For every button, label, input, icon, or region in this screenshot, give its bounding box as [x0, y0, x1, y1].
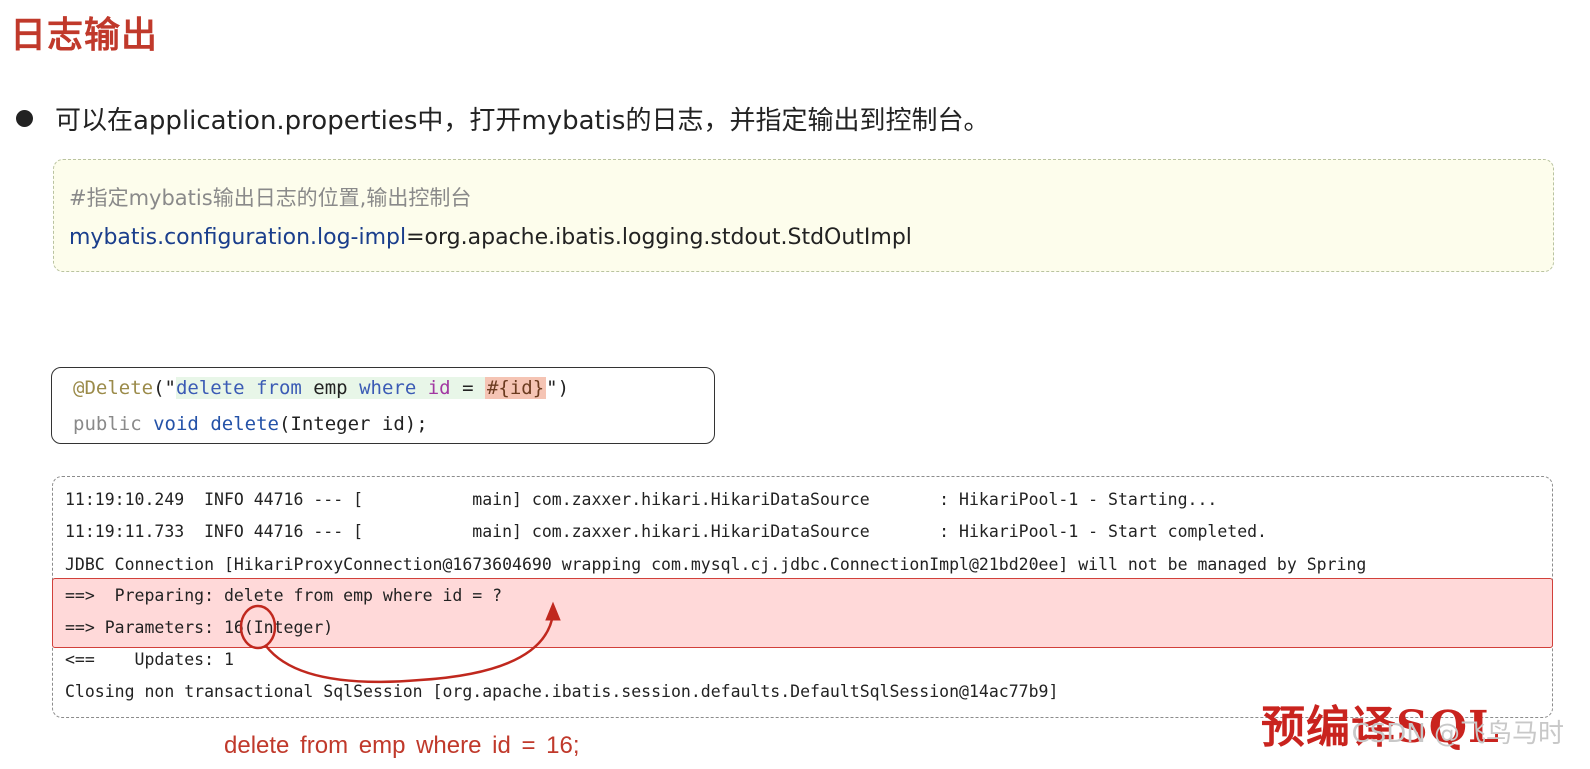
bullet-item: 可以在application.properties中，打开mybatis的日志，…: [14, 100, 989, 137]
code-paren-close: "): [546, 377, 570, 399]
properties-line: mybatis.configuration.log-impl=org.apach…: [69, 225, 912, 250]
console-log-block: 预编译SQL 11:19:10.249 INFO 44716 --- [ mai…: [52, 476, 1553, 753]
properties-code-block: #指定mybatis输出日志的位置,输出控制台 mybatis.configur…: [53, 159, 1554, 272]
code-sql-delete: delete: [175, 377, 245, 399]
properties-value: =org.apache.ibatis.logging.stdout.StdOut…: [406, 225, 912, 250]
code-sql-where: where: [359, 377, 417, 399]
code-sql-column: id: [427, 377, 451, 399]
code-sql-from: from: [256, 377, 302, 399]
code-method-params: (Integer id);: [278, 413, 428, 435]
log-line-closing: Closing non transactional SqlSession [or…: [65, 682, 1059, 701]
code-void: void: [153, 413, 199, 435]
page-title: 日志输出: [10, 15, 159, 56]
resulting-sql: delete from emp where id = 16;: [224, 732, 580, 759]
log-line-parameters: ==> Parameters: 16(Integer): [65, 618, 334, 637]
code-method-name: delete: [210, 413, 279, 435]
properties-key: mybatis.configuration.log-impl: [69, 225, 407, 250]
code-public: public: [73, 413, 142, 435]
code-sql-table: emp: [313, 377, 348, 399]
code-line-method: public void delete(Integer id);: [73, 410, 428, 438]
code-line-annotation: @Delete("delete from emp where id = #{id…: [73, 374, 569, 402]
code-annotation: @Delete: [73, 377, 154, 399]
code-paren-open: (": [153, 377, 176, 399]
log-line: JDBC Connection [HikariProxyConnection@1…: [65, 555, 1367, 574]
bullet-text: 可以在application.properties中，打开mybatis的日志，…: [55, 106, 990, 136]
java-code-block: @Delete("delete from emp where id = #{id…: [51, 367, 715, 444]
log-line-preparing: ==> Preparing: delete from emp where id …: [65, 586, 503, 605]
code-sql-eq: =: [462, 377, 474, 399]
log-line: 11:19:11.733 INFO 44716 --- [ main] com.…: [65, 522, 1267, 541]
properties-comment: #指定mybatis输出日志的位置,输出控制台: [69, 186, 472, 210]
log-line-updates: <== Updates: 1: [65, 650, 234, 669]
watermark: CSDN @飞鸟马时: [1351, 719, 1564, 749]
code-placeholder: #{id}: [484, 377, 547, 399]
log-line: 11:19:10.249 INFO 44716 --- [ main] com.…: [65, 490, 1218, 509]
bullet-dot-icon: [16, 110, 33, 127]
